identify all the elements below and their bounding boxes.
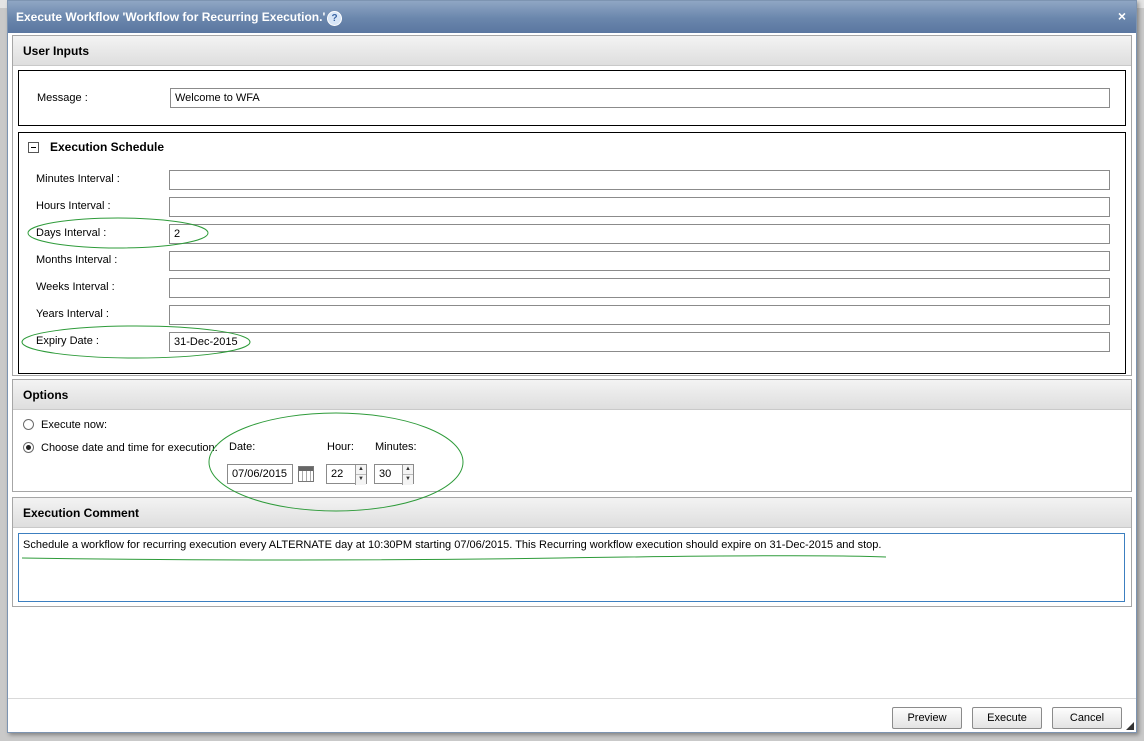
- resize-grip-icon[interactable]: [1126, 722, 1134, 730]
- execution-comment-section: Execution Comment Schedule a workflow fo…: [12, 497, 1132, 607]
- expiry-date-label: Expiry Date :: [36, 335, 99, 347]
- preview-button[interactable]: Preview: [892, 707, 962, 729]
- weeks-interval-input[interactable]: [169, 278, 1110, 298]
- dialog-title-bar[interactable]: Execute Workflow 'Workflow for Recurring…: [8, 1, 1136, 33]
- collapse-icon[interactable]: [28, 142, 39, 153]
- years-interval-label: Years Interval :: [36, 308, 109, 320]
- date-label: Date:: [229, 441, 256, 453]
- help-icon[interactable]: ?: [327, 11, 342, 26]
- minutes-interval-input[interactable]: [169, 170, 1110, 190]
- minutes-stepper[interactable]: 30 ▲ ▼: [374, 464, 414, 485]
- user-inputs-section: User Inputs Message : Welcome to WFA Exe…: [12, 35, 1132, 376]
- execution-schedule-box: Execution Schedule Minutes Interval : Ho…: [18, 132, 1126, 374]
- message-box: Message : Welcome to WFA: [18, 70, 1126, 126]
- execute-button[interactable]: Execute: [972, 707, 1042, 729]
- date-input[interactable]: 07/06/2015: [227, 464, 293, 484]
- execution-schedule-heading: Execution Schedule: [50, 140, 165, 154]
- up-arrow-icon[interactable]: ▲: [356, 465, 366, 475]
- dialog-title: Execute Workflow 'Workflow for Recurring…: [16, 10, 326, 24]
- close-icon[interactable]: ×: [1118, 8, 1126, 24]
- execution-comment-heading: Execution Comment: [13, 498, 1131, 528]
- hour-stepper[interactable]: 22 ▲ ▼: [326, 464, 367, 485]
- options-heading: Options: [13, 380, 1131, 410]
- hours-interval-label: Hours Interval :: [36, 200, 111, 212]
- footer-divider: [8, 698, 1136, 699]
- user-inputs-heading: User Inputs: [13, 36, 1131, 66]
- minutes-label: Minutes:: [375, 441, 417, 453]
- execute-workflow-dialog: Execute Workflow 'Workflow for Recurring…: [7, 0, 1137, 733]
- down-arrow-icon[interactable]: ▼: [403, 475, 413, 484]
- message-label: Message :: [37, 92, 88, 104]
- hour-spin-buttons[interactable]: ▲ ▼: [355, 465, 366, 485]
- calendar-icon[interactable]: [298, 466, 314, 482]
- options-section: Options Execute now: Choose date and tim…: [12, 379, 1132, 492]
- choose-datetime-label: Choose date and time for execution:: [41, 442, 218, 454]
- weeks-interval-label: Weeks Interval :: [36, 281, 115, 293]
- years-interval-input[interactable]: [169, 305, 1110, 325]
- hours-interval-input[interactable]: [169, 197, 1110, 217]
- message-input[interactable]: Welcome to WFA: [170, 88, 1110, 108]
- execution-comment-textarea[interactable]: Schedule a workflow for recurring execut…: [18, 533, 1125, 602]
- choose-datetime-radio[interactable]: [23, 442, 34, 453]
- minutes-spin-buttons[interactable]: ▲ ▼: [402, 465, 413, 485]
- hour-value: 22: [331, 468, 344, 480]
- expiry-date-input[interactable]: 31-Dec-2015: [169, 332, 1110, 352]
- down-arrow-icon[interactable]: ▼: [356, 475, 366, 484]
- execute-now-radio[interactable]: [23, 419, 34, 430]
- days-interval-label: Days Interval :: [36, 227, 107, 239]
- hour-label: Hour:: [327, 441, 354, 453]
- months-interval-label: Months Interval :: [36, 254, 118, 266]
- days-interval-input[interactable]: 2: [169, 224, 1110, 244]
- up-arrow-icon[interactable]: ▲: [403, 465, 413, 475]
- minutes-interval-label: Minutes Interval :: [36, 173, 120, 185]
- execute-now-label: Execute now:: [41, 419, 108, 431]
- minutes-value: 30: [379, 468, 392, 480]
- cancel-button[interactable]: Cancel: [1052, 707, 1122, 729]
- months-interval-input[interactable]: [169, 251, 1110, 271]
